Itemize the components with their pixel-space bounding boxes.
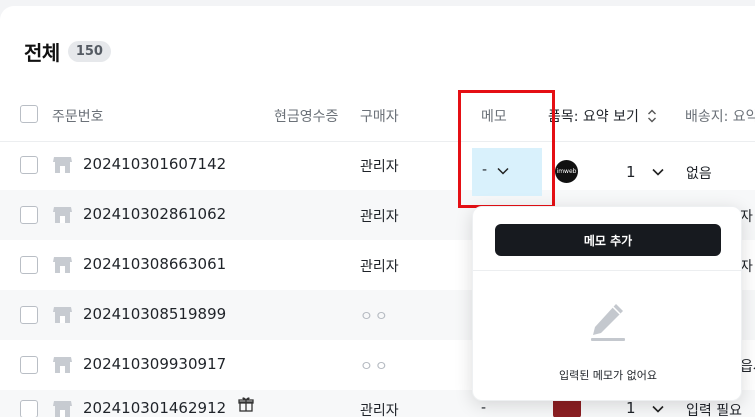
buyer-name: 관리자 (360, 403, 399, 417)
count-badge: 150 (67, 41, 111, 62)
order-number[interactable]: 202410308519899 (83, 305, 226, 323)
column-header-product[interactable]: 품목: 요약 보기 (548, 106, 657, 126)
store-icon (53, 307, 72, 323)
row-checkbox[interactable] (20, 256, 38, 274)
buyer-name: 관리자 (360, 159, 399, 175)
column-header-product-label: 품목: 요약 보기 (548, 109, 639, 125)
store-icon (53, 207, 72, 223)
buyer-name: ㅇㅇ (360, 359, 390, 375)
row-checkbox[interactable] (20, 156, 38, 174)
row-checkbox[interactable] (20, 400, 38, 417)
orders-panel: 전체 150 주문번호 현금영수증 구매자 메모 품목: 요약 보기 배송지: … (0, 6, 755, 417)
quantity-value[interactable]: 1 (626, 399, 636, 417)
page-title: 전체 (24, 41, 60, 65)
column-header-order-number[interactable]: 주문번호 (52, 106, 104, 126)
buyer-name: ㅇㅇ (360, 309, 390, 325)
store-icon (53, 157, 72, 173)
highlight-box (458, 90, 555, 208)
store-icon (53, 357, 72, 373)
quantity-value[interactable]: 1 (626, 163, 636, 181)
title-row: 전체 150 (24, 37, 111, 66)
buyer-name: 관리자 (360, 259, 399, 275)
table-row[interactable]: 202410301607142 관리자 (0, 140, 755, 190)
column-header-shipping[interactable]: 배송지: 요약 (685, 106, 755, 126)
chevron-down-icon[interactable] (651, 402, 665, 416)
order-number[interactable]: 202410308663061 (83, 255, 226, 273)
order-number[interactable]: 202410301607142 (83, 155, 226, 173)
column-header-cash-receipt[interactable]: 현금영수증 (274, 106, 338, 126)
gift-icon (238, 397, 254, 412)
brand-logo: imweb (555, 160, 578, 183)
order-number[interactable]: 202410309930917 (83, 355, 226, 373)
row-checkbox[interactable] (20, 206, 38, 224)
memo-popover: 메모 추가 입력된 메모가 없어요 (472, 206, 743, 401)
memo-value[interactable]: - (481, 400, 486, 416)
select-all-checkbox[interactable] (20, 105, 38, 123)
add-memo-button[interactable]: 메모 추가 (495, 224, 721, 256)
store-icon (53, 401, 72, 417)
shipping-summary: 없음 (686, 166, 712, 182)
row-checkbox[interactable] (20, 356, 38, 374)
order-number[interactable]: 202410302861062 (83, 205, 226, 223)
shipping-summary: 입력 필요 (686, 403, 742, 417)
sort-updown-icon (648, 109, 657, 123)
buyer-name: 관리자 (360, 209, 399, 225)
empty-memo-message: 입력된 메모가 없어요 (558, 369, 658, 382)
column-header-buyer[interactable]: 구매자 (360, 106, 399, 126)
row-checkbox[interactable] (20, 306, 38, 324)
store-icon (53, 257, 72, 273)
order-number[interactable]: 202410301462912 (83, 399, 226, 417)
popover-divider (473, 270, 743, 271)
pencil-icon (591, 304, 625, 341)
chevron-down-icon[interactable] (651, 165, 665, 179)
